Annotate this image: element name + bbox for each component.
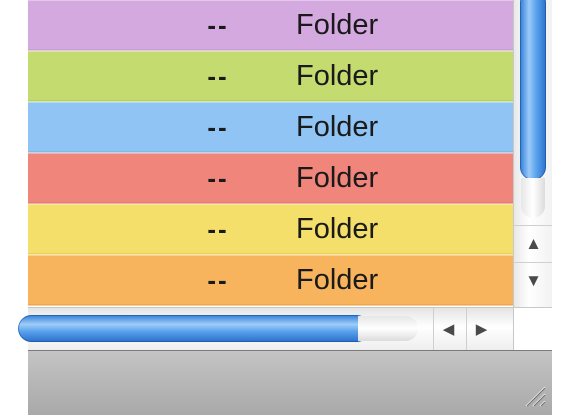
scrollbar-corner <box>513 307 552 350</box>
file-list-row[interactable]: -- Folder <box>28 153 513 204</box>
size-cell: -- <box>207 213 229 244</box>
finder-window: -- Folder -- Folder -- Folder -- Folder -- Folder… <box>0 0 564 415</box>
file-list-row[interactable]: -- Folder <box>28 204 513 255</box>
size-cell: -- <box>207 162 229 193</box>
arrow-right-icon[interactable]: ▶ <box>466 308 496 350</box>
vertical-scrollbar[interactable]: ▲ ▼ <box>513 0 553 307</box>
horizontal-scroll-track-end <box>358 316 418 341</box>
window-right-edge <box>552 0 564 350</box>
arrow-left-icon[interactable]: ◀ <box>433 308 463 350</box>
file-list: -- Folder -- Folder -- Folder -- Folder -- Folder… <box>28 0 513 307</box>
kind-cell: Folder <box>296 8 379 41</box>
arrow-down-icon[interactable]: ▼ <box>514 262 553 298</box>
size-cell: -- <box>207 264 229 295</box>
kind-cell: Folder <box>296 263 379 296</box>
file-list-row[interactable]: -- Folder <box>28 0 513 51</box>
status-bar <box>28 350 552 415</box>
file-list-row[interactable]: -- Folder <box>28 51 513 102</box>
kind-cell: Folder <box>296 59 379 92</box>
resize-grip-icon[interactable] <box>520 381 546 407</box>
kind-cell: Folder <box>296 110 379 143</box>
window-left-edge <box>0 0 28 415</box>
kind-cell: Folder <box>296 161 379 194</box>
kind-cell: Folder <box>296 212 379 245</box>
arrow-up-icon[interactable]: ▲ <box>514 225 553 261</box>
size-cell: -- <box>207 111 229 142</box>
horizontal-scrollbar[interactable]: ◀ ▶ <box>18 307 513 350</box>
file-list-row[interactable]: -- Folder <box>28 102 513 153</box>
horizontal-scroll-thumb[interactable] <box>18 315 370 342</box>
size-cell: -- <box>207 9 229 40</box>
size-cell: -- <box>207 60 229 91</box>
file-list-row[interactable]: -- Folder <box>28 255 513 306</box>
vertical-scroll-thumb[interactable] <box>520 0 546 180</box>
vertical-scroll-track-end <box>521 178 545 218</box>
